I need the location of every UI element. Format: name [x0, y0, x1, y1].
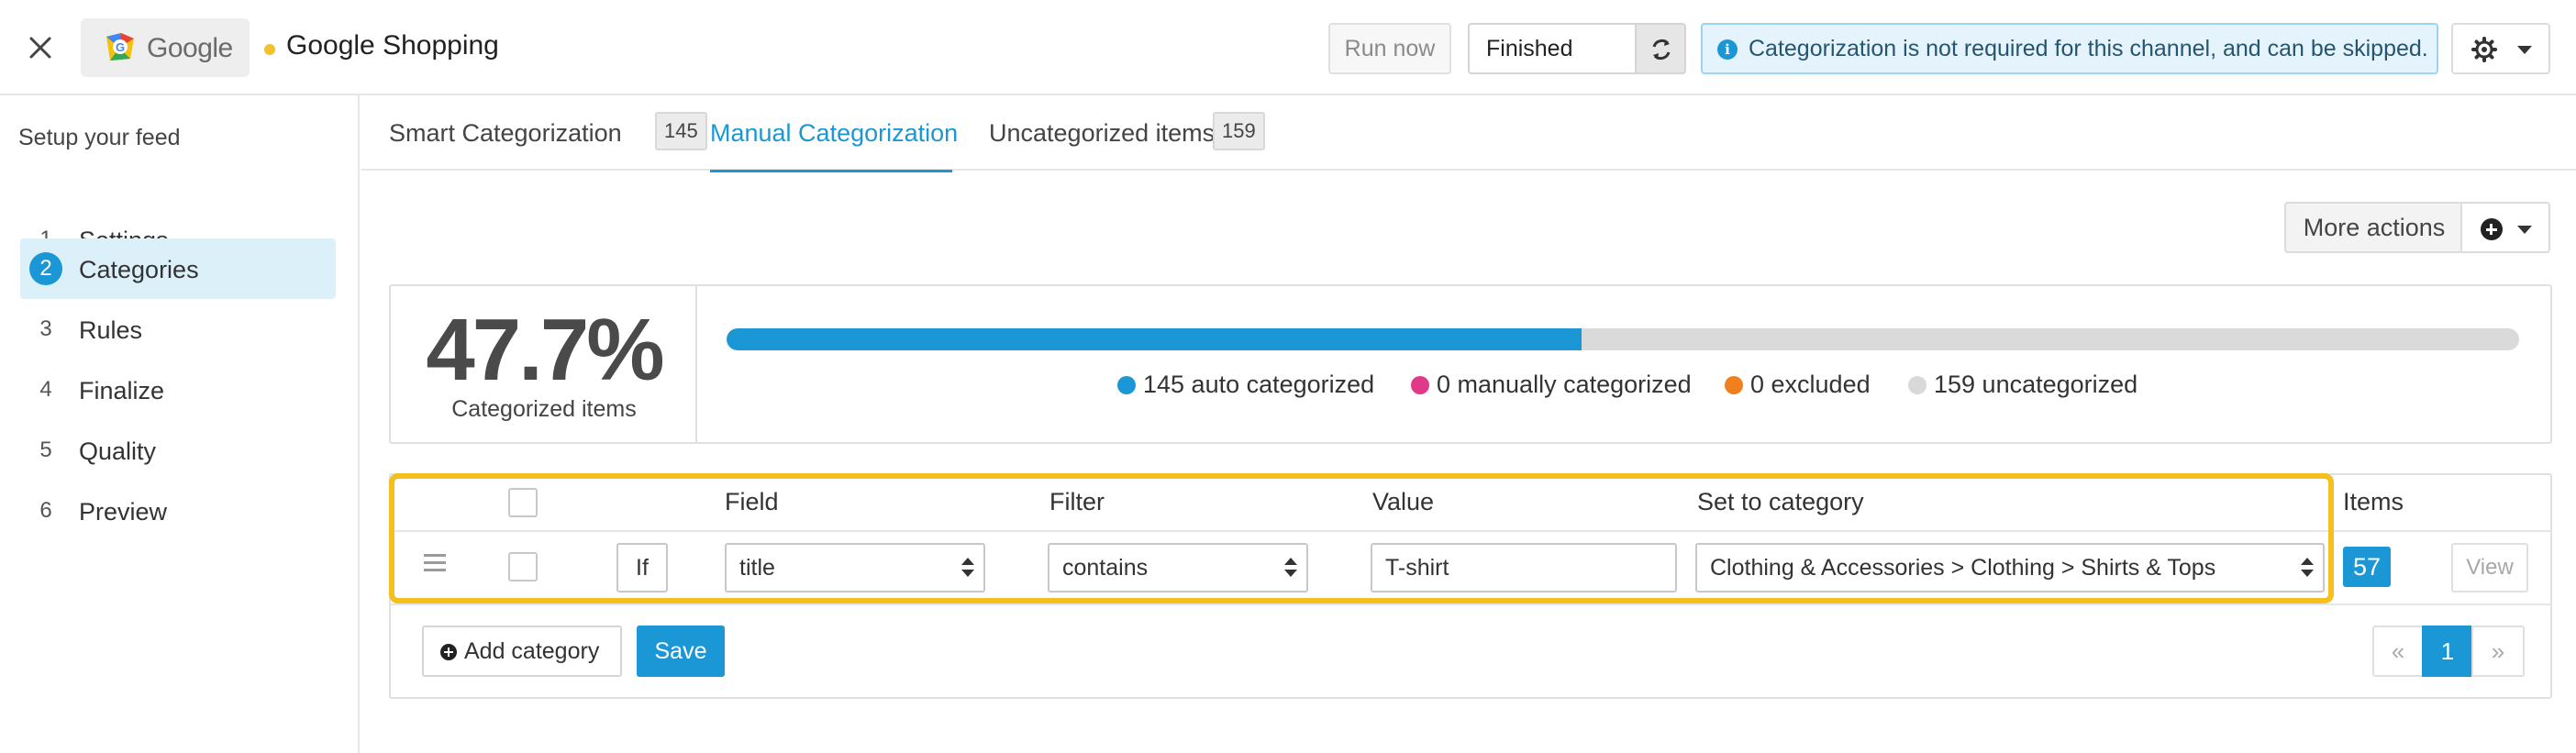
- step-label: Preview: [79, 498, 168, 526]
- legend-uncategorized: 159 uncategorized: [1908, 371, 2137, 399]
- legend-label: 0 manually categorized: [1437, 371, 1692, 398]
- status-dot: [264, 44, 275, 55]
- value-input-text: T-shirt: [1385, 555, 1449, 581]
- channel-logo: G Google: [81, 18, 250, 77]
- filter-select[interactable]: contains: [1048, 543, 1308, 592]
- sort-arrows-icon: [2301, 558, 2314, 578]
- more-actions-button[interactable]: More actions: [2284, 202, 2462, 253]
- pagination-current-page[interactable]: 1: [2422, 626, 2473, 677]
- add-dropdown-button[interactable]: [2460, 202, 2550, 253]
- page-title: Google Shopping: [286, 30, 499, 61]
- divider: [391, 604, 2550, 605]
- tab-bar: Smart Categorization 145 Manual Categori…: [361, 95, 2576, 172]
- column-header-items: Items: [2343, 488, 2404, 515]
- add-category-button[interactable]: Add category: [422, 626, 622, 677]
- step-label: Finalize: [79, 377, 165, 404]
- close-icon[interactable]: [24, 31, 57, 64]
- select-all-checkbox[interactable]: [508, 488, 538, 517]
- view-button[interactable]: View: [2451, 543, 2528, 592]
- step-number: 6: [39, 498, 52, 523]
- sort-arrows-icon: [961, 558, 974, 578]
- pagination-prev[interactable]: «: [2372, 626, 2424, 677]
- categorized-percent: 47.7%: [426, 301, 664, 399]
- legend-label: 0 excluded: [1750, 371, 1871, 398]
- sort-arrows-icon: [1284, 558, 1297, 578]
- plus-circle-icon: [2481, 218, 2503, 240]
- step-label: Rules: [79, 316, 143, 344]
- legend-auto: 145 auto categorized: [1117, 371, 1374, 399]
- sidebar-item-preview[interactable]: 6 Preview: [20, 481, 336, 541]
- column-header-category: Set to category: [1697, 488, 1864, 515]
- field-select-value: title: [739, 555, 775, 581]
- info-alert: i Categorization is not required for thi…: [1701, 23, 2438, 74]
- tab-label: Manual Categorization: [710, 119, 959, 147]
- step-number: 3: [39, 316, 52, 341]
- sidebar-item-categories[interactable]: 2 Categories: [20, 238, 336, 299]
- tab-manual-categorization[interactable]: Manual Categorization: [710, 95, 958, 172]
- progress-bar: [727, 328, 2519, 350]
- row-checkbox[interactable]: [508, 552, 538, 581]
- chevron-down-icon: [2517, 46, 2532, 54]
- logo-text: Google: [147, 33, 233, 63]
- google-logo-icon: G: [106, 33, 134, 61]
- condition-if-button[interactable]: If: [616, 543, 668, 592]
- info-icon: i: [1717, 39, 1738, 60]
- tab-smart-categorization[interactable]: Smart Categorization 145: [389, 95, 707, 171]
- step-number: 4: [39, 377, 52, 402]
- categorization-stats: 47.7% Categorized items 145 auto categor…: [389, 284, 2552, 444]
- divider: [391, 530, 2550, 532]
- sidebar-heading: Setup your feed: [18, 125, 181, 150]
- step-number: 5: [39, 437, 52, 462]
- legend-dot: [1411, 376, 1429, 394]
- legend-dot: [1908, 376, 1926, 394]
- gear-icon: [2471, 37, 2497, 62]
- save-button[interactable]: Save: [637, 626, 725, 677]
- plus-circle-icon: [440, 644, 457, 660]
- status-field[interactable]: Finished: [1468, 23, 1637, 74]
- refresh-button[interactable]: [1635, 23, 1686, 74]
- column-header-value: Value: [1372, 488, 1435, 515]
- count-badge: 145: [655, 112, 707, 150]
- sidebar-item-finalize[interactable]: 4 Finalize: [20, 360, 336, 420]
- tab-label: Smart Categorization: [389, 119, 622, 147]
- legend-dot: [1117, 376, 1136, 394]
- column-header-field: Field: [725, 488, 779, 515]
- sidebar-item-quality[interactable]: 5 Quality: [20, 420, 336, 481]
- sidebar-item-rules[interactable]: 3 Rules: [20, 299, 336, 360]
- step-label: Quality: [79, 437, 157, 465]
- progress-fill: [727, 328, 1582, 350]
- top-header: G Google Google Shopping Run now Finishe…: [0, 0, 2576, 95]
- sidebar: Setup your feed 1 Settings 2 Categories …: [0, 95, 360, 753]
- pagination-next[interactable]: »: [2471, 626, 2525, 677]
- add-category-label: Add category: [464, 638, 600, 664]
- tab-label: Uncategorized items: [989, 119, 1216, 147]
- category-select[interactable]: Clothing & Accessories > Clothing > Shir…: [1695, 543, 2325, 592]
- items-count-badge[interactable]: 57: [2343, 547, 2391, 587]
- value-input[interactable]: T-shirt: [1371, 543, 1677, 592]
- count-badge: 159: [1213, 112, 1265, 150]
- settings-dropdown-button[interactable]: [2451, 23, 2550, 74]
- svg-text:G: G: [116, 40, 125, 54]
- legend-manual: 0 manually categorized: [1411, 371, 1692, 399]
- legend-excluded: 0 excluded: [1725, 371, 1871, 399]
- filter-select-value: contains: [1062, 555, 1149, 581]
- legend-label: 145 auto categorized: [1143, 371, 1375, 398]
- step-label: Categories: [79, 256, 199, 283]
- chevron-down-icon: [2517, 226, 2532, 234]
- column-header-filter: Filter: [1049, 488, 1105, 515]
- category-select-value: Clothing & Accessories > Clothing > Shir…: [1710, 555, 2216, 581]
- tab-uncategorized-items[interactable]: Uncategorized items 159: [989, 95, 1273, 171]
- rules-table: Field Filter Value Set to category Items…: [389, 473, 2552, 699]
- categorized-label: Categorized items: [451, 396, 637, 422]
- step-number: 2: [29, 252, 62, 285]
- run-now-button[interactable]: Run now: [1328, 23, 1451, 74]
- refresh-icon: [1652, 39, 1671, 61]
- percent-box: 47.7% Categorized items: [391, 286, 697, 442]
- legend-dot: [1725, 376, 1743, 394]
- drag-handle-icon[interactable]: [424, 554, 446, 572]
- info-message: Categorization is not required for this …: [1749, 36, 2428, 61]
- legend-label: 159 uncategorized: [1934, 371, 2138, 398]
- field-select[interactable]: title: [725, 543, 985, 592]
